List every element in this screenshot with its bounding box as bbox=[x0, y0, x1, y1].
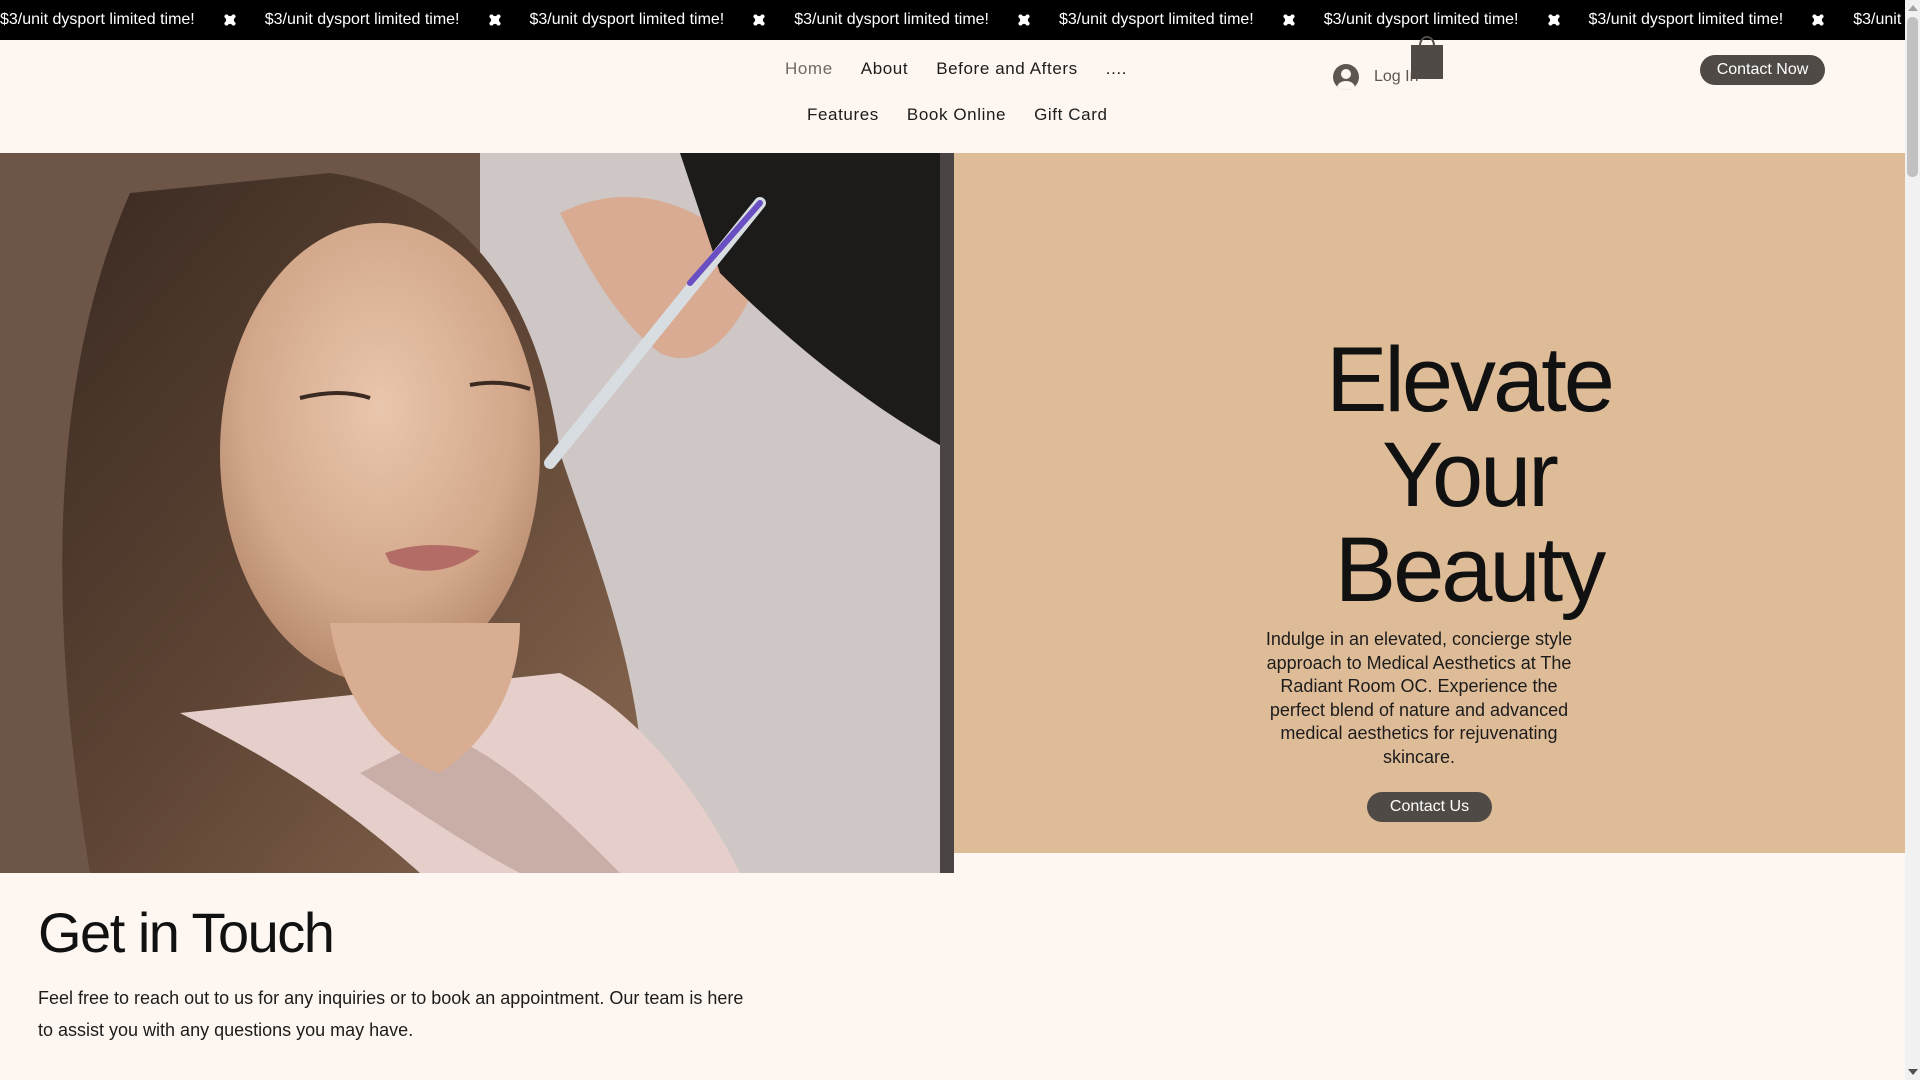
nav-row-1: Home About Before and Afters.... bbox=[771, 59, 1141, 79]
marquee-text: $3/unit dysport limited time! bbox=[794, 11, 989, 28]
marquee-item: $3/unit dysport limited time! bbox=[530, 11, 795, 29]
hero-title-line-3: Beauty bbox=[1334, 519, 1606, 621]
nav-item-home[interactable]: Home bbox=[771, 59, 847, 79]
nav-item-about[interactable]: About bbox=[847, 59, 922, 79]
hero-image bbox=[0, 153, 954, 873]
marquee-item: $3/unit dysport limited time! bbox=[0, 11, 265, 29]
clover-icon bbox=[752, 13, 766, 27]
nav-item-gift-card[interactable]: Gift Card bbox=[1020, 105, 1121, 125]
hero-panel: Elevate Your Beauty Indulge in an elevat… bbox=[954, 153, 1905, 853]
clover-icon bbox=[1811, 13, 1825, 27]
nav-item-more[interactable]: .... bbox=[1092, 59, 1141, 79]
scroll-thumb[interactable] bbox=[1907, 17, 1918, 177]
marquee-text: $3/unit dysport limited time! bbox=[529, 11, 725, 28]
nav-row-2: Features Book Online Gift Card bbox=[793, 105, 1122, 125]
marquee-text: $3/unit dysport limited time! bbox=[1323, 11, 1519, 28]
scroll-down-arrow-icon[interactable] bbox=[1908, 1069, 1918, 1075]
get-in-touch-title: Get in Touch bbox=[38, 901, 335, 964]
site-header: Home About Before and Afters.... Features B… bbox=[0, 36, 1905, 153]
nav-item-features[interactable]: Features bbox=[793, 105, 893, 125]
scroll-up-arrow-icon[interactable] bbox=[1908, 5, 1918, 11]
marquee-item: $3/unit dysport limited time! bbox=[794, 11, 1059, 29]
promo-marquee: $3/unit dysport limited time! $3/unit dys… bbox=[0, 0, 1905, 40]
marquee-item: $3/unit dysport limite bbox=[1853, 11, 1905, 29]
nav-item-before-and-afters[interactable]: Before and Afters bbox=[922, 59, 1092, 79]
marquee-text: $3/unit dysport limited time! bbox=[1588, 11, 1784, 28]
user-avatar-icon bbox=[1333, 64, 1359, 90]
clover-icon bbox=[223, 13, 237, 27]
clover-icon bbox=[1547, 13, 1561, 27]
hero-description: Indulge in an elevated, concierge style … bbox=[1265, 629, 1573, 767]
marquee-item: $3/unit dysport limited time! bbox=[265, 11, 530, 29]
hero-title: Elevate Your Beauty bbox=[1224, 333, 1714, 618]
nav-item-book-online[interactable]: Book Online bbox=[893, 105, 1020, 125]
marquee-text: $3/unit dysport limited time! bbox=[1059, 11, 1254, 28]
contact-us-button[interactable]: Contact Us bbox=[1367, 792, 1492, 822]
contact-now-button[interactable]: Contact Now bbox=[1700, 55, 1825, 85]
marquee-item: $3/unit dysport limited time! bbox=[1324, 11, 1589, 29]
marquee-text: $3/unit dysport limite bbox=[1853, 11, 1905, 28]
hero-title-line-2: Your bbox=[1382, 424, 1559, 526]
page-scrollbar[interactable] bbox=[1905, 0, 1920, 1080]
marquee-track: $3/unit dysport limited time! $3/unit dys… bbox=[0, 0, 1905, 40]
login-button[interactable]: Log In bbox=[1333, 64, 1418, 90]
clover-icon bbox=[1017, 13, 1031, 27]
get-in-touch-description: Feel free to reach out to us for any inq… bbox=[38, 988, 744, 1040]
hero-photo-illustration bbox=[0, 153, 954, 873]
marquee-text: $3/unit dysport limited time! bbox=[0, 11, 195, 28]
marquee-text: $3/unit dysport limited time! bbox=[264, 11, 460, 28]
shopping-bag-icon[interactable] bbox=[1410, 30, 1444, 80]
marquee-item: $3/unit dysport limited time! bbox=[1059, 11, 1324, 29]
marquee-item: $3/unit dysport limited time! bbox=[1589, 11, 1854, 29]
clover-icon bbox=[1282, 13, 1296, 27]
hero-title-line-1: Elevate bbox=[1326, 329, 1615, 431]
clover-icon bbox=[488, 13, 502, 27]
